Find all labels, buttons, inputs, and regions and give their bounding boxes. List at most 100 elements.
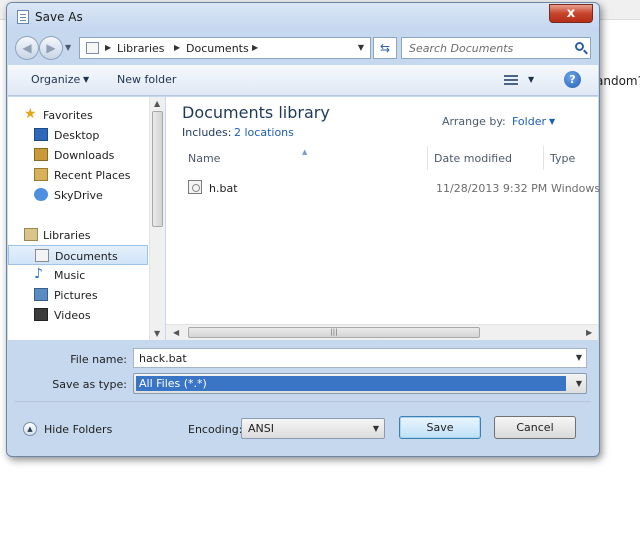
documents-library-icon (35, 249, 49, 262)
chevron-down-icon[interactable]: ▼ (576, 353, 582, 362)
nav-item-music[interactable]: ♪ Music (8, 265, 148, 285)
nav-favorites[interactable]: ★ Favorites (8, 105, 148, 125)
desktop-icon (34, 128, 48, 141)
hide-folders-label: Hide Folders (44, 423, 113, 436)
scroll-up-icon[interactable]: ▲ (154, 99, 160, 108)
nav-item-label: Desktop (54, 129, 100, 142)
save-button[interactable]: Save (399, 416, 481, 439)
nav-item-label: Recent Places (54, 169, 131, 182)
forward-button[interactable]: ▶ (39, 36, 63, 60)
nav-item-skydrive[interactable]: SkyDrive (8, 185, 148, 205)
arrange-by-dropdown[interactable]: Folder (512, 115, 546, 128)
organize-menu[interactable]: Organize (31, 73, 80, 86)
file-type: Windows (551, 182, 600, 195)
command-toolbar: Organize ▼ New folder ▼ ? (8, 65, 598, 96)
refresh-button[interactable]: ⇆ (373, 37, 397, 59)
nav-item-label: Music (54, 269, 86, 282)
column-header-date-modified[interactable]: Date modified (428, 146, 544, 170)
library-includes-label: Includes: (182, 126, 232, 139)
background-text: andom? (596, 74, 640, 88)
nav-item-label: SkyDrive (54, 189, 103, 202)
scrollbar-thumb[interactable] (152, 111, 163, 227)
view-dropdown-icon[interactable]: ▼ (528, 75, 534, 84)
address-row: ◀ ▶ ▼ ▶ Libraries ▶ Documents ▶ ▼ ⇆ (7, 33, 599, 63)
library-locations-link[interactable]: 2 locations (234, 126, 294, 139)
arrange-by-label: Arrange by: (442, 115, 506, 128)
videos-library-icon (34, 308, 48, 321)
nav-item-label: Downloads (54, 149, 115, 162)
scroll-left-icon[interactable]: ◀ (173, 328, 179, 337)
library-title: Documents library (182, 103, 330, 122)
sort-ascending-icon: ▲ (302, 148, 308, 156)
nav-item-recent-places[interactable]: Recent Places (8, 165, 148, 185)
breadcrumb-documents[interactable]: Documents (186, 42, 249, 55)
file-name: h.bat (209, 182, 238, 195)
recent-locations-dropdown-icon[interactable]: ▼ (65, 43, 71, 52)
chevron-down-icon[interactable]: ▼ (373, 424, 379, 433)
file-row[interactable]: h.bat 11/28/2013 9:32 PM Windows (182, 178, 600, 198)
breadcrumb-chevron-icon[interactable]: ▶ (252, 43, 258, 52)
back-button[interactable]: ◀ (15, 36, 39, 60)
nav-item-label: Pictures (54, 289, 98, 302)
file-name-label: File name: (70, 353, 127, 366)
encoding-select[interactable]: ANSI ▼ (241, 418, 385, 439)
file-name-input[interactable] (134, 349, 564, 367)
nav-item-videos[interactable]: Videos (8, 305, 148, 325)
view-options-icon[interactable] (504, 75, 518, 86)
column-header-type[interactable]: Type (544, 146, 599, 170)
chevron-down-icon[interactable]: ▼ (549, 117, 555, 126)
nav-libraries[interactable]: Libraries (8, 225, 148, 245)
breadcrumb-chevron-icon[interactable]: ▶ (105, 43, 111, 52)
file-list-pane: Documents library Includes: 2 locations … (166, 97, 600, 340)
save-as-type-value: All Files (*.*) (139, 377, 207, 390)
hide-folders-button[interactable]: ▲ Hide Folders (23, 420, 143, 440)
breadcrumb-chevron-icon[interactable]: ▶ (174, 43, 180, 52)
save-as-type-label: Save as type: (52, 378, 127, 391)
scroll-right-icon[interactable]: ▶ (586, 328, 592, 337)
scroll-down-icon[interactable]: ▼ (154, 329, 160, 338)
nav-item-desktop[interactable]: Desktop (8, 125, 148, 145)
file-date-modified: 11/28/2013 9:32 PM (436, 182, 548, 195)
encoding-label: Encoding: (188, 423, 243, 436)
navigation-pane: ★ Favorites Desktop Downloads Recent Pla… (8, 97, 149, 340)
close-button[interactable]: x (549, 4, 593, 23)
libraries-icon (24, 228, 38, 241)
chevron-down-icon[interactable]: ▼ (576, 379, 582, 388)
column-header-label: Name (188, 152, 221, 165)
favorites-star-icon: ★ (24, 106, 37, 122)
breadcrumb-libraries[interactable]: Libraries (117, 42, 165, 55)
chevron-down-icon[interactable]: ▼ (83, 75, 89, 84)
notepad-app-icon (17, 10, 29, 24)
search-icon[interactable] (575, 42, 584, 51)
nav-item-documents[interactable]: Documents (8, 245, 148, 265)
cancel-button[interactable]: Cancel (494, 416, 576, 439)
horizontal-scrollbar[interactable]: ◀ ||| ▶ (166, 324, 598, 340)
column-header-label: Date modified (434, 152, 512, 165)
recent-places-icon (34, 168, 48, 181)
encoding-value: ANSI (248, 422, 274, 435)
music-library-icon: ♪ (34, 266, 43, 282)
navigation-pane-scrollbar[interactable]: ▲ ▼ (149, 97, 165, 340)
address-bar[interactable]: ▶ Libraries ▶ Documents ▶ ▼ (79, 37, 371, 59)
nav-item-pictures[interactable]: Pictures (8, 285, 148, 305)
save-as-type-select[interactable]: All Files (*.*) ▼ (133, 373, 587, 394)
downloads-folder-icon (34, 148, 48, 161)
folder-icon (86, 42, 99, 54)
pictures-library-icon (34, 288, 48, 301)
batch-file-icon (188, 180, 202, 194)
chevron-up-icon: ▲ (23, 422, 37, 436)
search-input[interactable] (402, 38, 568, 58)
nav-item-label: Documents (55, 250, 118, 263)
search-box[interactable] (401, 37, 591, 59)
nav-item-downloads[interactable]: Downloads (8, 145, 148, 165)
save-as-dialog: Save As x ◀ ▶ ▼ ▶ Libraries ▶ Documents … (6, 2, 600, 457)
file-name-combobox[interactable]: ▼ (133, 348, 587, 368)
help-icon[interactable]: ? (564, 71, 581, 88)
dialog-title: Save As (35, 10, 83, 24)
dialog-titlebar[interactable]: Save As x (7, 3, 599, 31)
address-dropdown-icon[interactable]: ▼ (358, 43, 364, 52)
save-as-type-selection: All Files (*.*) (136, 376, 566, 391)
skydrive-icon (34, 188, 48, 201)
new-folder-button[interactable]: New folder (117, 73, 176, 86)
scrollbar-thumb[interactable]: ||| (188, 327, 480, 338)
